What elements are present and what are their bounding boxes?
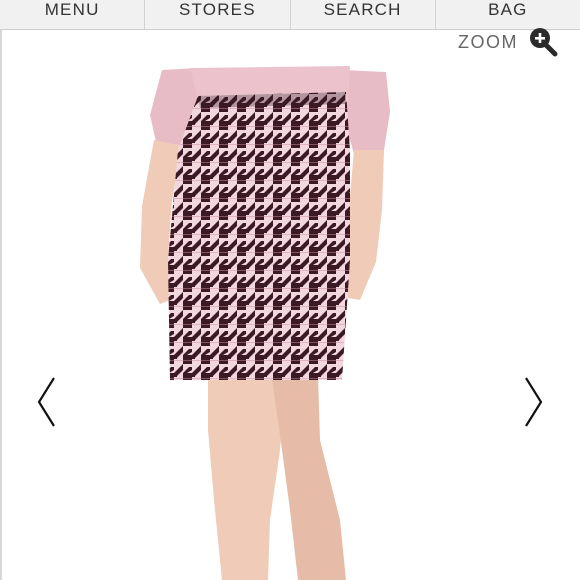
product-image	[140, 66, 390, 580]
zoom-control[interactable]: ZOOM	[458, 28, 558, 57]
nav-stores[interactable]: STORES	[145, 0, 291, 29]
zoom-label: ZOOM	[458, 31, 518, 52]
nav-menu[interactable]: MENU	[0, 0, 146, 29]
chevron-right-icon[interactable]	[522, 376, 544, 428]
chevron-left-icon[interactable]	[36, 376, 58, 428]
top-nav: MENU STORES SEARCH BAG	[0, 0, 580, 30]
nav-bag[interactable]: BAG	[436, 0, 580, 29]
zoom-in-icon	[530, 28, 558, 57]
nav-search[interactable]: SEARCH	[291, 0, 436, 29]
